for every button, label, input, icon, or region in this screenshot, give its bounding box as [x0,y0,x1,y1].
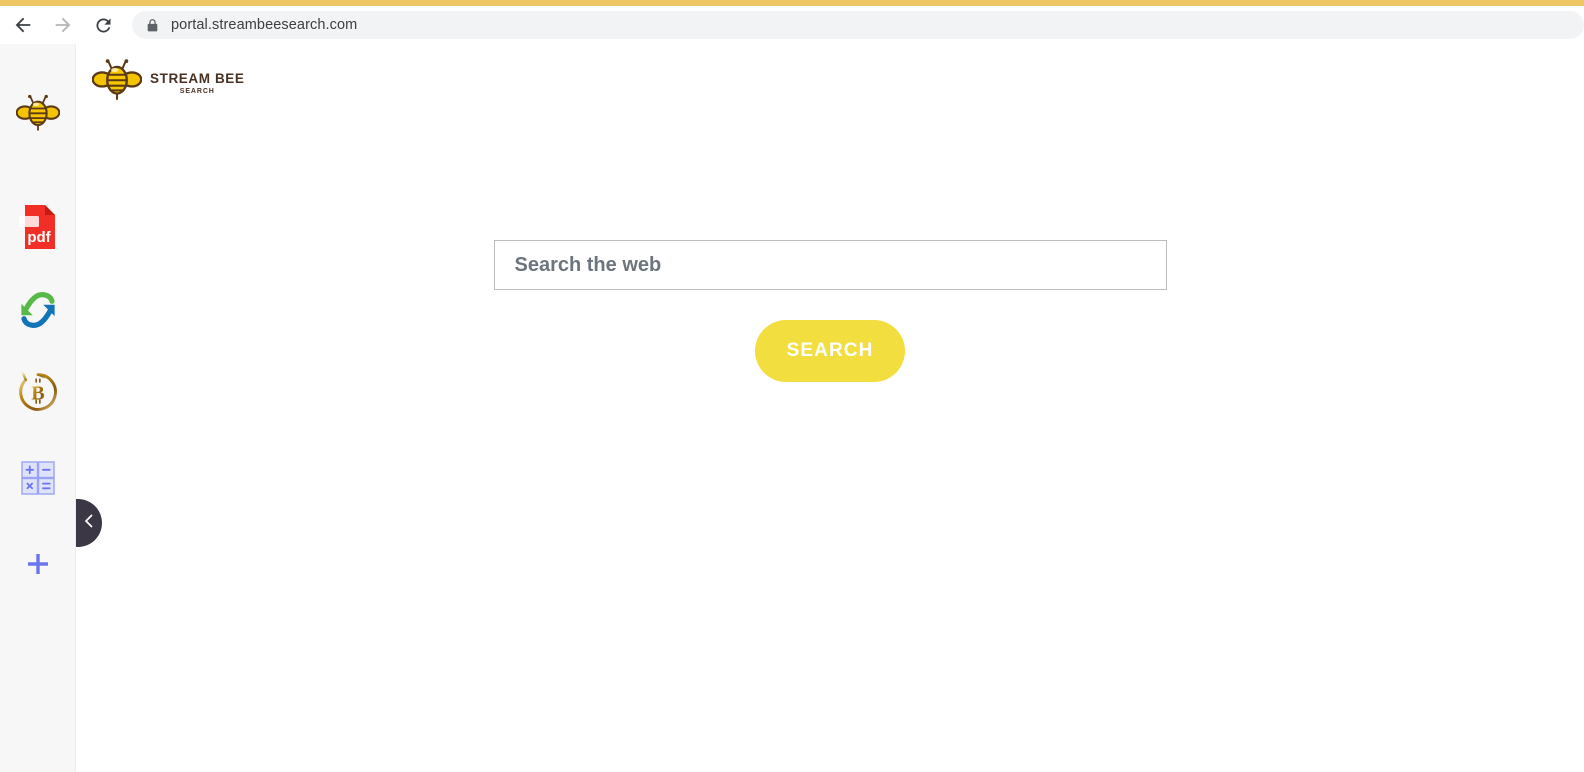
search-button[interactable]: SEARCH [755,320,905,382]
lock-icon [146,18,159,33]
bitcoin-icon: B [16,370,60,414]
url-text: portal.streambeesearch.com [171,17,358,33]
brand-name: STREAM BEE [150,71,245,87]
sidebar-item-calculator[interactable] [0,450,76,506]
search-area: SEARCH [76,240,1584,382]
sidebar-item-bee[interactable] [0,86,76,142]
address-bar[interactable]: portal.streambeesearch.com [132,11,1584,39]
bee-icon [16,94,60,134]
plus-icon [25,551,51,577]
search-input[interactable] [493,240,1167,290]
browser-toolbar: portal.streambeesearch.com [0,6,1584,44]
swap-arrows-icon [17,289,59,331]
sidebar-item-add[interactable] [0,536,76,592]
bee-logo-icon [91,58,143,109]
brand-logo[interactable]: STREAM BEE SEARCH [91,58,245,109]
svg-text:pdf: pdf [27,229,51,246]
back-button[interactable] [6,8,40,42]
pdf-file-icon: pdf [19,204,57,250]
forward-button[interactable] [46,8,80,42]
page-viewport: pdf B STREAM BEE SEARCH Search the web S… [0,44,1584,772]
svg-text:B: B [31,382,44,404]
calculator-icon [21,461,55,495]
sidebar-item-swap[interactable] [0,282,76,338]
chevron-left-icon [83,514,95,533]
browser-chrome: portal.streambeesearch.com [0,0,1584,44]
brand-tagline: SEARCH [179,87,215,95]
site-header: STREAM BEE SEARCH [76,44,1584,120]
site-content: STREAM BEE SEARCH SEARCH [76,44,1584,772]
extension-sidebar: pdf B [0,44,76,772]
sidebar-item-bitcoin[interactable]: B [0,364,76,420]
reload-button[interactable] [86,8,120,42]
brand-wordmark: STREAM BEE SEARCH [150,72,245,95]
sidebar-item-pdf[interactable]: pdf [0,199,76,255]
